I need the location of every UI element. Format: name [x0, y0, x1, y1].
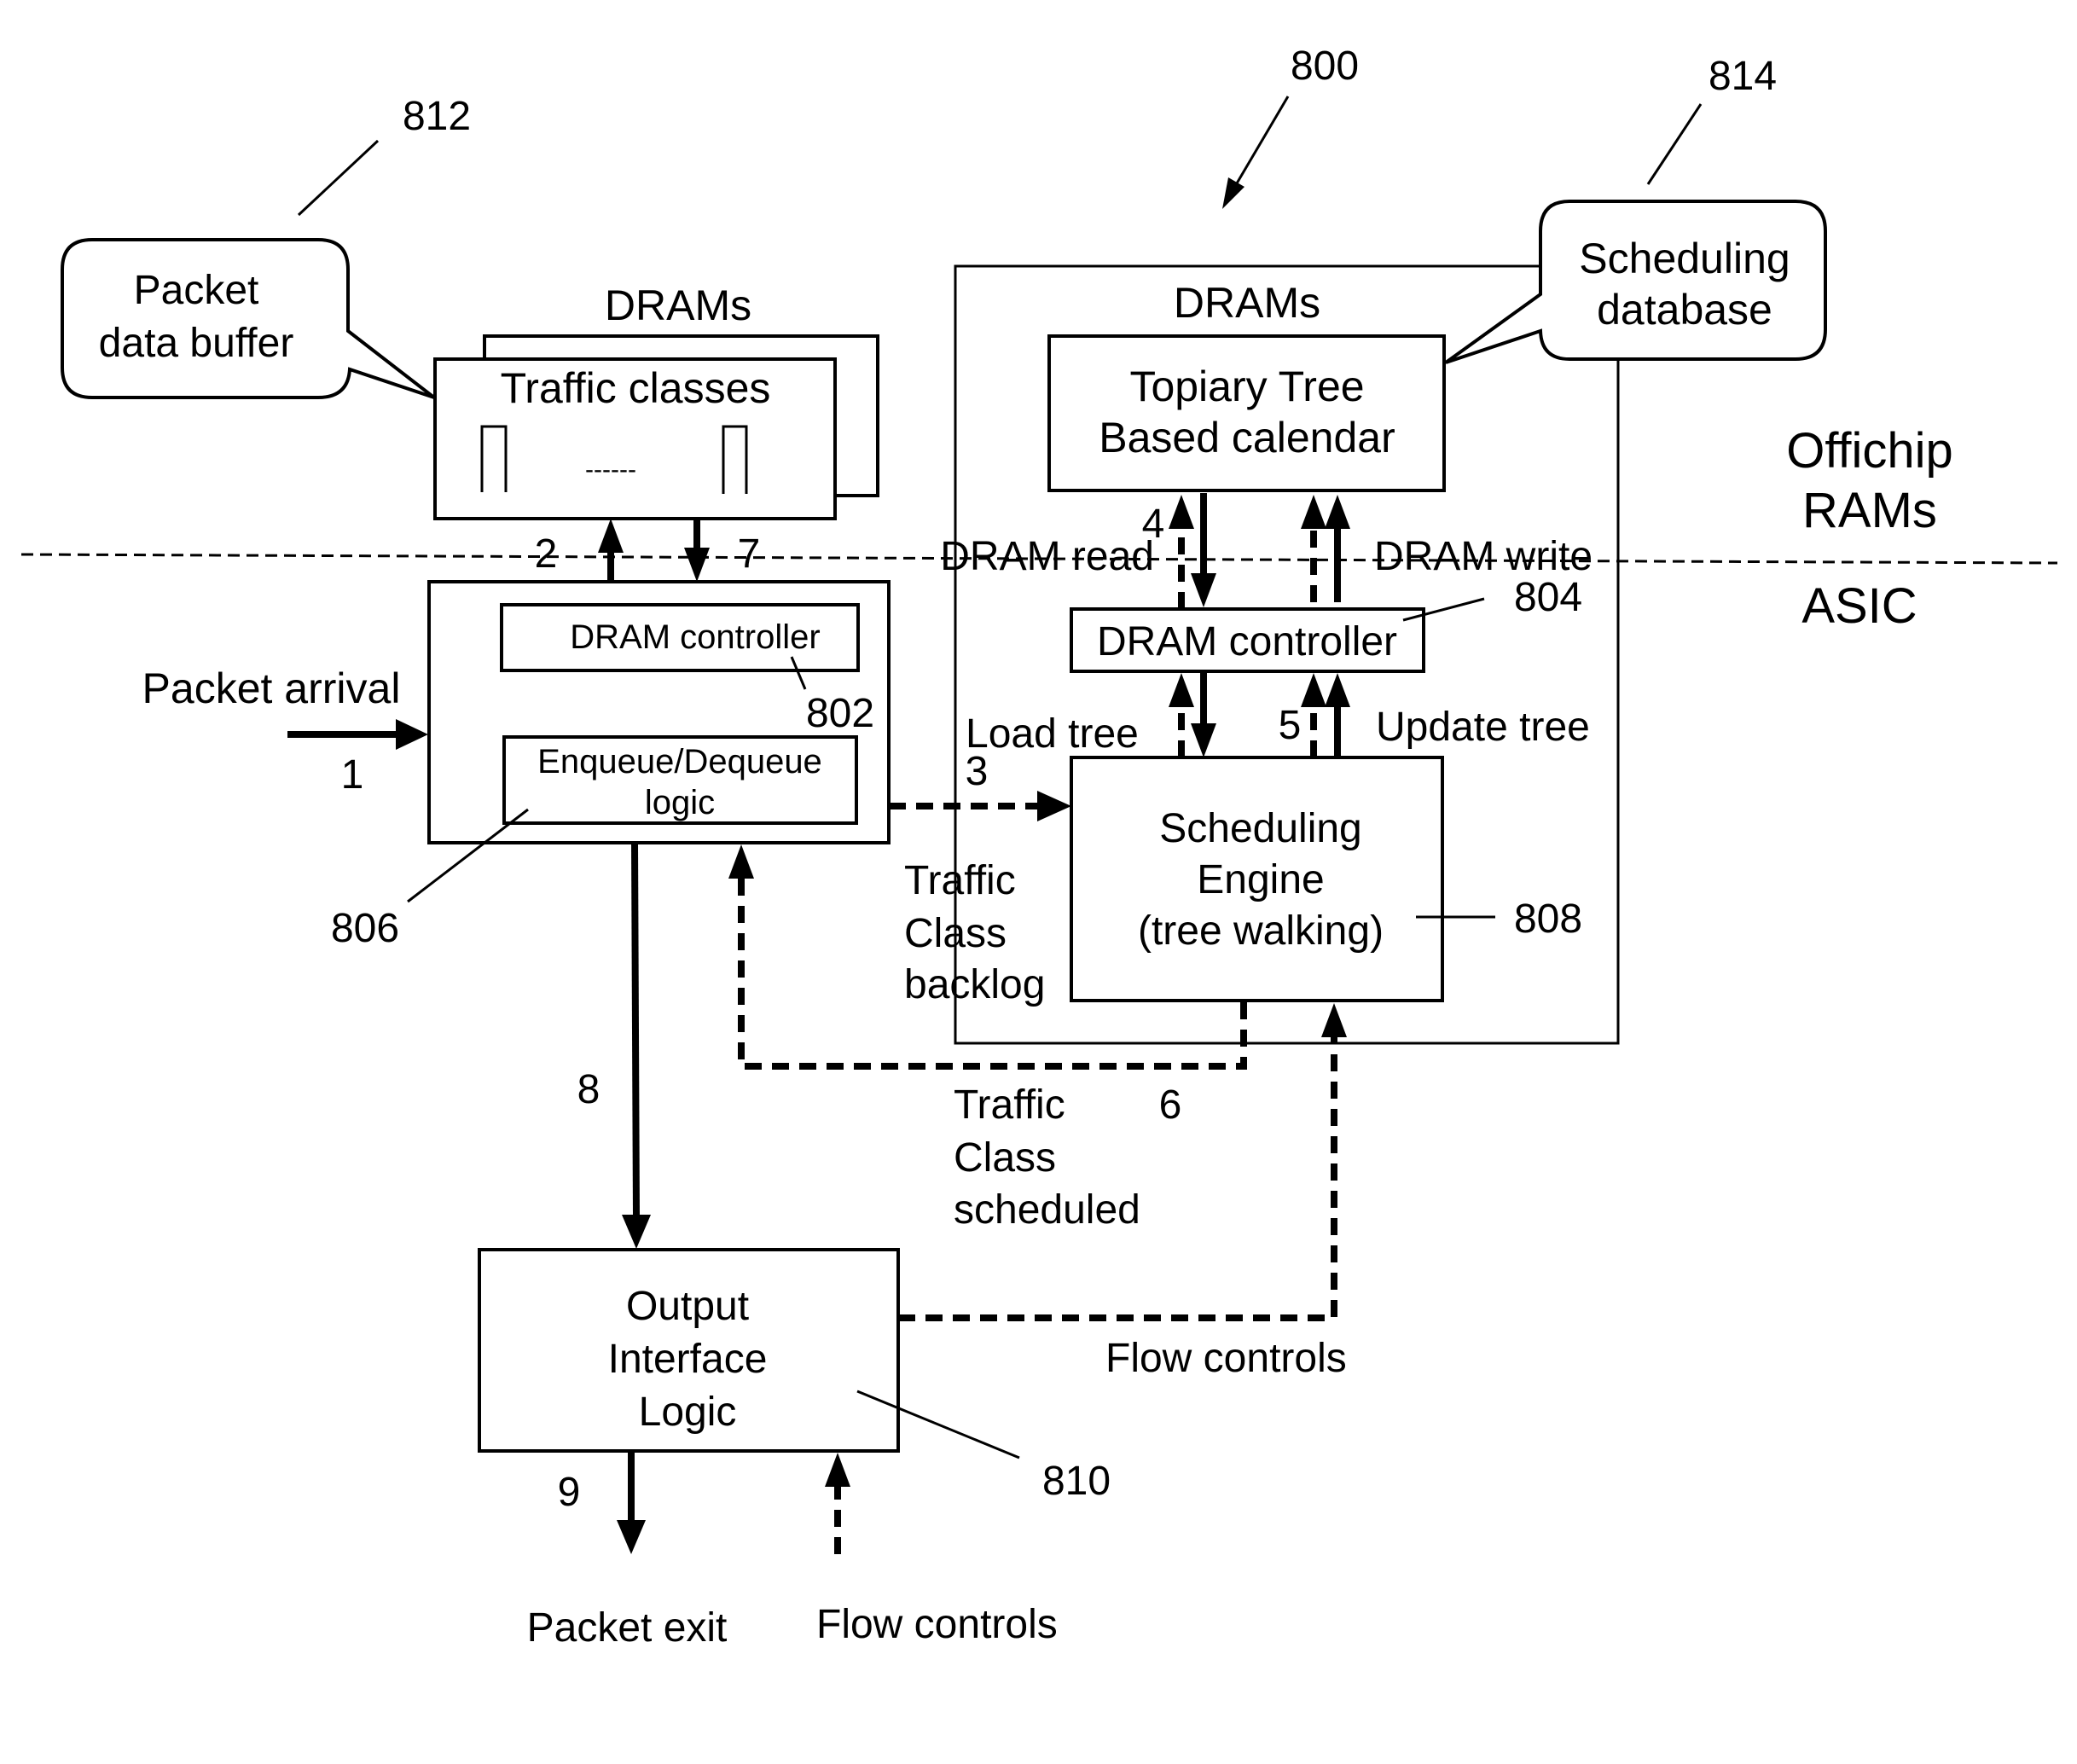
traffic-classes-ellipsis: ------ [585, 456, 636, 484]
scheduled-label-line3: scheduled [954, 1187, 1140, 1233]
flow-controls-right-label: Flow controls [1105, 1336, 1347, 1381]
step-7-label: 7 [738, 531, 761, 577]
dram-controller-right-label: DRAM controller [1097, 619, 1397, 664]
ref-814-leader [1646, 103, 1703, 185]
ref-800-arrow-shaft [1233, 96, 1290, 189]
load-tree-label: Load tree [966, 711, 1139, 757]
step-6-label: 6 [1159, 1082, 1182, 1128]
dram-controller-left-label: DRAM controller [570, 618, 820, 656]
offchip-rams-label-line1: Offichip [1786, 423, 1953, 479]
dram-read-solid-head [1191, 573, 1216, 607]
output-interface-line3: Logic [639, 1390, 737, 1435]
flow-controls-dashed-head [1321, 1003, 1347, 1037]
step-5-label: 5 [1279, 703, 1302, 748]
dram-read-label: DRAM read [940, 534, 1154, 579]
update-tree-solid-head [1325, 673, 1350, 707]
scheduling-database-line1: Scheduling [1579, 235, 1790, 282]
step-3-label: 3 [966, 749, 989, 794]
ref-810: 810 [1042, 1459, 1111, 1504]
arrow-8-head [622, 1215, 651, 1249]
dram-write-label: DRAM write [1374, 534, 1593, 579]
ref-808: 808 [1514, 897, 1582, 942]
dram-write-dashed-head [1301, 495, 1326, 529]
load-tree-solid-head [1191, 723, 1216, 757]
topiary-tree-line2: Based calendar [1099, 414, 1395, 461]
step-1-label: 1 [341, 752, 364, 798]
output-interface-line1: Output [626, 1284, 749, 1329]
backlog-label-line2: Class [904, 911, 1007, 956]
arrow-8-shaft [631, 842, 640, 1221]
ref-814: 814 [1709, 54, 1777, 99]
ref-804: 804 [1514, 575, 1582, 620]
packet-buffer-callout-line2: data buffer [99, 321, 294, 366]
offchip-rams-label-line2: RAMs [1802, 483, 1937, 538]
output-interface-line2: Interface [608, 1337, 768, 1382]
dram-write-solid-head [1325, 495, 1350, 529]
update-tree-label: Update tree [1376, 705, 1590, 750]
step-9-label: 9 [558, 1470, 581, 1515]
step-2-label: 2 [535, 531, 558, 577]
scheduled-label-line2: Class [954, 1135, 1056, 1181]
packet-exit-label: Packet exit [527, 1605, 728, 1651]
scheduled-label-line1: Traffic [954, 1082, 1065, 1128]
update-tree-dashed-head [1301, 673, 1326, 707]
arrow-9-head [617, 1520, 646, 1554]
scheduling-engine-line1: Scheduling [1159, 806, 1362, 851]
arrow-7-head [684, 548, 710, 582]
ref-800: 800 [1291, 44, 1359, 89]
packet-buffer-callout-line1: Packet [134, 268, 259, 313]
scheduled-dashed-head [728, 844, 754, 879]
scheduling-engine-line3: (tree walking) [1138, 908, 1384, 954]
ref-802: 802 [806, 691, 874, 736]
left-drams-label: DRAMs [605, 281, 751, 329]
backlog-dashed-head [1037, 791, 1071, 821]
ref-812-leader [297, 139, 380, 217]
packet-arrival-label: Packet arrival [142, 664, 401, 712]
arrow-2-head [598, 519, 624, 553]
dram-read-dashed-head [1169, 495, 1194, 529]
step-8-label: 8 [577, 1067, 600, 1112]
ref-806: 806 [331, 906, 399, 951]
ref-800-arrow-head [1222, 177, 1244, 209]
enqueue-dequeue-label-line1: Enqueue/Dequeue [537, 743, 822, 780]
enqueue-dequeue-label-line2: logic [645, 784, 715, 821]
right-drams-label: DRAMs [1174, 279, 1320, 327]
flow-controls-input-head [825, 1453, 850, 1487]
load-tree-dashed-head [1169, 673, 1194, 707]
traffic-classes-label: Traffic classes [501, 364, 771, 412]
flow-controls-bottom-label: Flow controls [816, 1602, 1058, 1647]
topiary-tree-line1: Topiary Tree [1129, 363, 1364, 410]
packet-arrival-arrow-head [396, 719, 428, 750]
packet-buffer-callout [61, 238, 436, 399]
patent-figure-diagram: Offichip RAMs ASIC 812 Packet data buffe… [20, 44, 2058, 1651]
backlog-label-line1: Traffic [904, 858, 1016, 903]
scheduling-engine-line2: Engine [1197, 857, 1324, 902]
backlog-label-line3: backlog [904, 962, 1045, 1007]
ref-812: 812 [403, 94, 471, 139]
scheduling-database-line2: database [1597, 286, 1772, 334]
asic-label: ASIC [1801, 578, 1917, 634]
